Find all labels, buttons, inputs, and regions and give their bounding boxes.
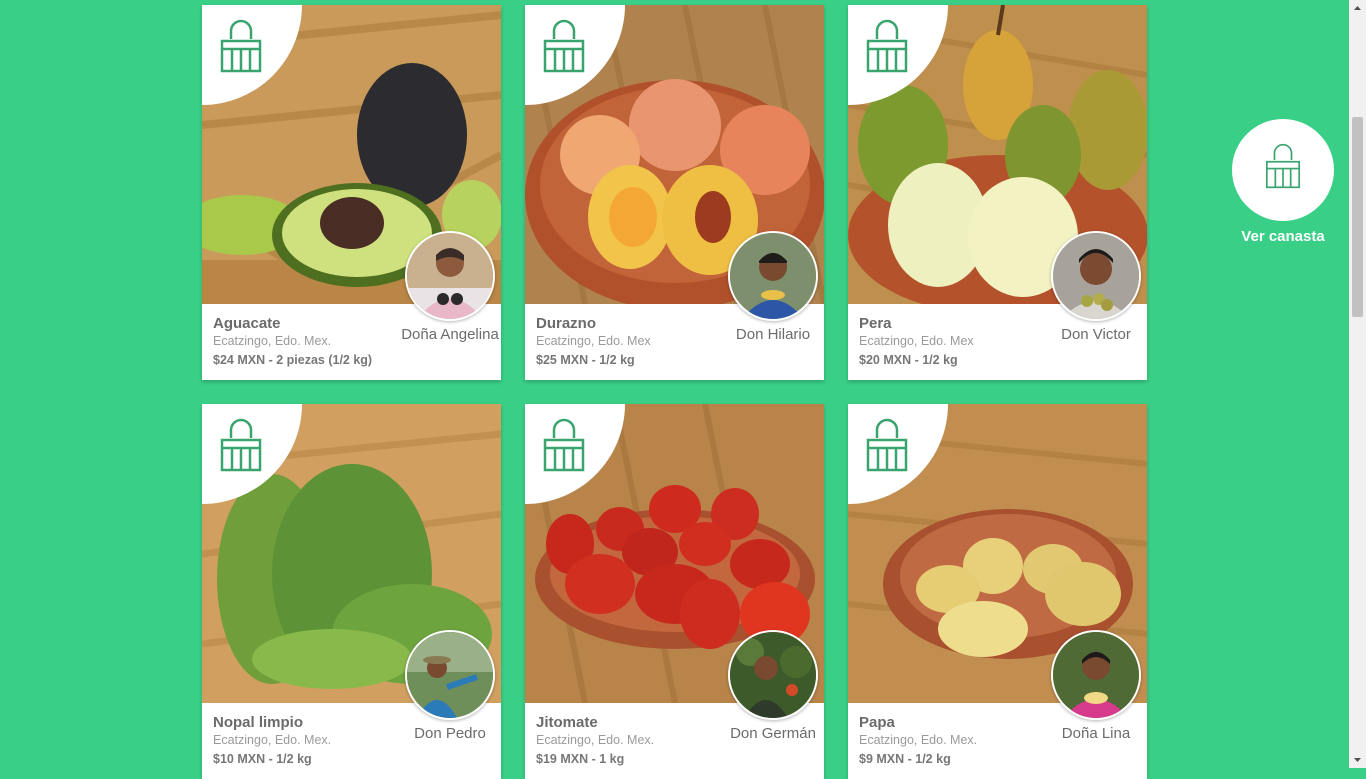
producer-avatar <box>1051 231 1141 321</box>
product-name: Jitomate <box>536 714 598 731</box>
producer-name: Don Victor <box>1061 326 1131 343</box>
scroll-down-arrow-icon[interactable] <box>1349 751 1366 768</box>
product-name: Pera <box>859 315 892 332</box>
product-price: $24 MXN - 2 piezas (1/2 kg) <box>213 353 373 367</box>
basket-icon <box>866 418 908 472</box>
product-card[interactable]: Nopal limpio Ecatzingo, Edo. Mex. $10 MX… <box>202 404 501 779</box>
producer-avatar <box>728 630 818 720</box>
product-price: $10 MXN - 1/2 kg <box>213 752 312 766</box>
producer-name: Doña Angelina <box>401 326 499 343</box>
product-info: Papa Ecatzingo, Edo. Mex. $9 MXN - 1/2 k… <box>859 714 1059 769</box>
product-price: $20 MXN - 1/2 kg <box>859 353 958 367</box>
producer-name: Don Pedro <box>414 725 486 742</box>
product-name: Aguacate <box>213 315 281 332</box>
producer-avatar <box>1051 630 1141 720</box>
product-location: Ecatzingo, Edo. Mex. <box>859 733 978 747</box>
basket-icon <box>866 19 908 73</box>
producer-avatar <box>405 231 495 321</box>
producer-avatar <box>728 231 818 321</box>
product-info: Durazno Ecatzingo, Edo. Mex $25 MXN - 1/… <box>536 315 736 370</box>
product-price: $25 MXN - 1/2 kg <box>536 353 635 367</box>
product-info: Pera Ecatzingo, Edo. Mex $20 MXN - 1/2 k… <box>859 315 1059 370</box>
product-location: Ecatzingo, Edo. Mex. <box>213 733 332 747</box>
product-card[interactable]: Pera Ecatzingo, Edo. Mex $20 MXN - 1/2 k… <box>848 5 1147 380</box>
product-card[interactable]: Jitomate Ecatzingo, Edo. Mex. $19 MXN - … <box>525 404 824 779</box>
basket-icon <box>220 19 262 73</box>
basket-icon <box>543 418 585 472</box>
product-price: $19 MXN - 1 kg <box>536 752 625 766</box>
basket-icon <box>1265 143 1301 189</box>
product-location: Ecatzingo, Edo. Mex. <box>536 733 655 747</box>
producer-avatar <box>405 630 495 720</box>
product-location: Ecatzingo, Edo. Mex <box>536 334 651 348</box>
vertical-scrollbar[interactable] <box>1349 0 1366 768</box>
basket-icon <box>543 19 585 73</box>
basket-icon <box>220 418 262 472</box>
product-card[interactable]: Aguacate Ecatzingo, Edo. Mex. $24 MXN - … <box>202 5 501 380</box>
product-card[interactable]: Durazno Ecatzingo, Edo. Mex $25 MXN - 1/… <box>525 5 824 380</box>
view-basket-label[interactable]: Ver canasta <box>1222 228 1344 245</box>
scrollbar-thumb[interactable] <box>1352 117 1363 317</box>
product-location: Ecatzingo, Edo. Mex. <box>213 334 332 348</box>
product-info: Jitomate Ecatzingo, Edo. Mex. $19 MXN - … <box>536 714 736 769</box>
product-card[interactable]: Papa Ecatzingo, Edo. Mex. $9 MXN - 1/2 k… <box>848 404 1147 779</box>
product-grid: Aguacate Ecatzingo, Edo. Mex. $24 MXN - … <box>202 5 1147 779</box>
product-info: Aguacate Ecatzingo, Edo. Mex. $24 MXN - … <box>213 315 413 370</box>
product-name: Nopal limpio <box>213 714 303 731</box>
view-basket-button[interactable] <box>1232 119 1334 221</box>
product-info: Nopal limpio Ecatzingo, Edo. Mex. $10 MX… <box>213 714 413 769</box>
product-name: Papa <box>859 714 895 731</box>
producer-name: Don Hilario <box>735 326 811 343</box>
producer-name: Doña Lina <box>1061 725 1131 742</box>
producer-name: Don Germán <box>730 725 816 742</box>
product-location: Ecatzingo, Edo. Mex <box>859 334 974 348</box>
scroll-up-arrow-icon[interactable] <box>1349 0 1366 17</box>
product-price: $9 MXN - 1/2 kg <box>859 752 951 766</box>
product-name: Durazno <box>536 315 596 332</box>
